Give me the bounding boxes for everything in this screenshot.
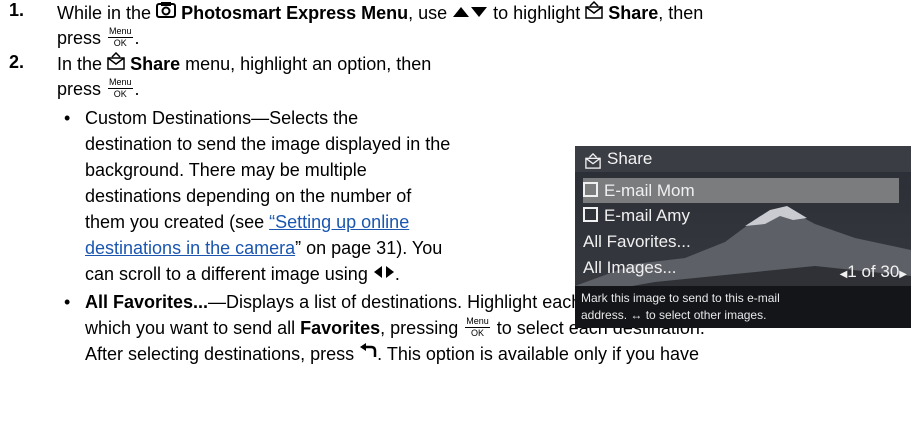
right-arrow-icon: ▶ — [899, 269, 907, 280]
custom-line-6: destinations in the camera” on page 31).… — [85, 238, 443, 258]
screen-footer-hint: Mark this image to send to this e-mail a… — [575, 286, 911, 328]
step-2-line-2: press Menu OK. — [57, 76, 140, 99]
custom-line-5: them you created (see “Setting up online — [85, 212, 410, 232]
custom-line-7: can scroll to a different image using . — [85, 262, 400, 284]
share-icon — [107, 51, 125, 75]
step-2-text-a: In the — [57, 54, 108, 74]
up-down-arrows-icon — [452, 1, 488, 23]
step-2-text-b: menu, highlight an option, then — [180, 54, 432, 74]
screen-title-bar: Share — [575, 146, 911, 172]
menu-ok-button-icon: Menu OK — [108, 25, 133, 48]
custom-line-4: destinations depending on the number of — [85, 186, 412, 206]
menu-ok-button-icon: Menu OK — [465, 315, 490, 338]
camera-screen: Share E-mail Mom E-mail Amy All Favorite… — [575, 146, 911, 328]
share-label: Share — [608, 3, 659, 23]
left-right-arrows-icon — [373, 262, 395, 284]
bullet-favorites: • — [64, 292, 71, 312]
step-1-number: 1. — [9, 0, 25, 20]
checkbox-icon — [583, 182, 598, 198]
share-icon — [585, 0, 603, 24]
custom-line-2: destination to send the image displayed … — [85, 134, 451, 154]
step-1-press: press — [57, 28, 107, 48]
setup-destinations-link[interactable]: “Setting up online — [269, 212, 409, 232]
checkbox-icon — [583, 207, 598, 223]
step-2-line-1: In the Share menu, highlight an option, … — [57, 51, 432, 77]
step-2-press: press — [57, 79, 107, 99]
screen-option-all-favorites[interactable]: All Favorites... — [583, 229, 899, 254]
screen-option-email-amy[interactable]: E-mail Amy — [583, 203, 899, 228]
step-1-text-b: , use — [408, 3, 453, 23]
menu-ok-button-icon: Menu OK — [108, 76, 133, 99]
step-1-line-1: While in the Photosmart Express Menu, us… — [57, 0, 704, 26]
photosmart-menu-label: Photosmart Express Menu — [181, 3, 409, 23]
step-1-line-2: press Menu OK. — [57, 25, 140, 48]
custom-line-1: Custom Destinations—Selects the — [85, 108, 359, 128]
step-1-text-d: , then — [658, 3, 704, 23]
favorites-line-3: After selecting destinations, press . Th… — [85, 342, 699, 364]
image-counter: ◀1 of 30▶ — [839, 262, 907, 281]
custom-line-3: background. There may be multiple — [85, 160, 367, 180]
back-arrow-icon — [359, 342, 377, 364]
bullet-custom: • — [64, 108, 71, 128]
photosmart-menu-icon — [156, 1, 177, 24]
setup-destinations-link-cont[interactable]: destinations in the camera — [85, 238, 295, 258]
step-2-number: 2. — [9, 52, 25, 72]
screen-option-email-mom[interactable]: E-mail Mom — [583, 178, 899, 203]
step-1-text-c: to highlight — [488, 3, 586, 23]
share-menu-label: Share — [130, 54, 181, 74]
share-icon — [585, 151, 601, 177]
screen-title: Share — [607, 149, 653, 168]
step-1-text-a: While in the — [57, 3, 157, 23]
